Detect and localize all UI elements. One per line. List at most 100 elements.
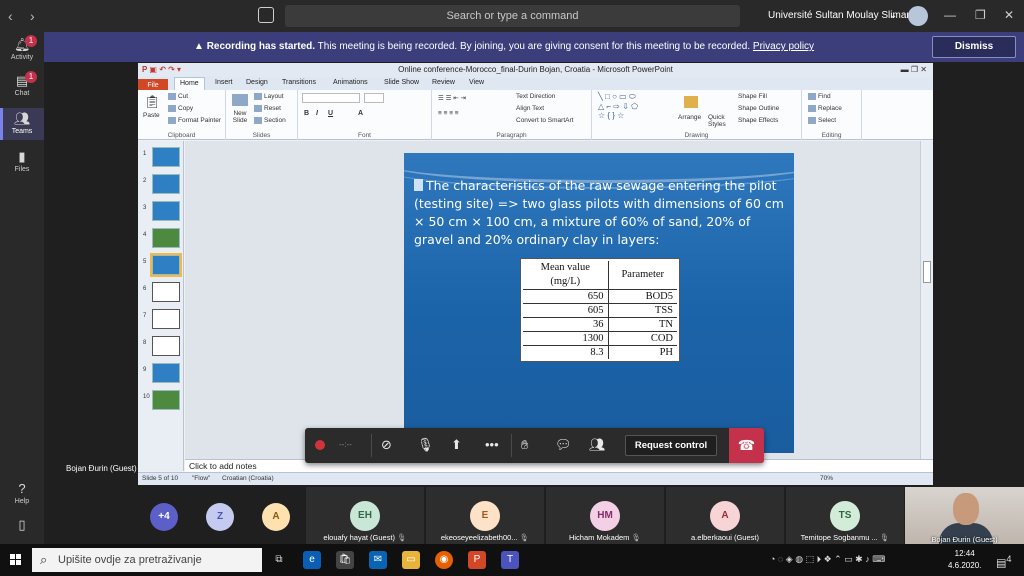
rail-teams[interactable]: 👥︎ Teams (0, 108, 44, 140)
slide-thumbnail[interactable]: 9 (143, 363, 181, 385)
slide-thumbnail[interactable]: 3 (143, 201, 181, 223)
language-indicator[interactable]: Croatian (Croatia) (222, 475, 274, 482)
firefox-icon[interactable]: ◉ (435, 551, 453, 569)
participant-tile[interactable]: HM Hicham Mokadem 🎙︎ (546, 487, 664, 544)
privacy-policy-link[interactable]: Privacy policy (753, 41, 814, 52)
select-button[interactable]: Select (808, 117, 836, 124)
request-control-button[interactable]: Request control (625, 435, 717, 456)
windows-start-icon[interactable] (10, 554, 22, 566)
hang-up-button[interactable]: ☎ (729, 428, 764, 463)
shape-outline-button[interactable]: Shape Outline (738, 105, 779, 112)
store-icon[interactable]: 🛍︎ (336, 551, 354, 569)
task-view-icon[interactable]: ⧉ (270, 551, 288, 569)
shape-effects-button[interactable]: Shape Effects (738, 117, 778, 124)
mic-off-icon[interactable]: 🎙︎ (417, 437, 434, 453)
slide-thumbnail[interactable]: 6 (143, 282, 181, 304)
arrange-button[interactable]: Arrange (678, 114, 701, 121)
more-participants-button[interactable]: +4 (150, 503, 178, 531)
font-name-select[interactable] (302, 93, 360, 103)
underline-button[interactable]: U (328, 110, 333, 117)
rail-activity[interactable]: 🔔︎ 1 Activity (0, 35, 44, 68)
minimize-icon[interactable]: — (944, 8, 956, 22)
rail-chat[interactable]: ▤ 1 Chat (0, 71, 44, 104)
replace-button[interactable]: Replace (808, 105, 842, 112)
chat-icon[interactable]: 💬︎ (555, 437, 572, 453)
participant-tile[interactable]: E ekeoseyeelizabeth00... 🎙︎ (426, 487, 544, 544)
rail-files[interactable]: ▮ Files (0, 150, 44, 180)
copy-button[interactable]: Copy (168, 105, 193, 112)
tab-insert[interactable]: Insert (215, 79, 233, 86)
file-explorer-icon[interactable]: ▭ (402, 551, 420, 569)
tab-design[interactable]: Design (246, 79, 268, 86)
section-button[interactable]: Section (254, 117, 286, 124)
participants-icon[interactable]: 👥︎ (589, 437, 606, 453)
new-slide-button[interactable]: New Slide (228, 110, 252, 124)
clock[interactable]: 12:44 4.6.2020. (948, 548, 981, 572)
tab-slide-show[interactable]: Slide Show (384, 79, 419, 86)
notifications-icon[interactable]: ▤4 (996, 554, 1012, 570)
participant-tile[interactable]: EH elouafy hayat (Guest) 🎙︎ (306, 487, 424, 544)
participant-tile[interactable]: TS Temitope Sogbanmu ... 🎙︎ (786, 487, 904, 544)
slide-body-text[interactable]: The characteristics of the raw sewage en… (414, 177, 784, 249)
powerpoint-app-icon[interactable]: P (468, 551, 486, 569)
bold-button[interactable]: B (304, 110, 309, 117)
search-input[interactable]: Search or type a command (285, 5, 740, 27)
slide-thumbnail[interactable]: 7 (143, 309, 181, 331)
parameters-table[interactable]: Mean value (mg/L) Parameter 650 BOD5 605 T… (520, 258, 680, 362)
profile-avatar[interactable] (908, 6, 928, 26)
maximize-icon[interactable]: ❐ (975, 8, 986, 22)
cut-button[interactable]: Cut (168, 93, 188, 100)
slide-thumbnail[interactable]: 10 (143, 390, 181, 412)
camera-off-icon[interactable]: ⊘ (381, 437, 392, 453)
slide-thumbnail-selected[interactable]: 5 (143, 253, 182, 277)
edge-icon[interactable]: e (303, 551, 321, 569)
teams-app-icon[interactable]: T (501, 551, 519, 569)
system-tray-icons[interactable]: ◔ ◌ ◈ ◍ ⬚ ⏵ ❖ ⌃ ▭ ✱ ♪ ⌨ (770, 554, 885, 565)
italic-button[interactable]: I (316, 110, 318, 117)
tab-animations[interactable]: Animations (333, 79, 368, 86)
font-size-select[interactable] (364, 93, 384, 103)
tab-review[interactable]: Review (432, 79, 455, 86)
vertical-scrollbar[interactable] (920, 141, 933, 459)
forward-icon[interactable]: › (30, 8, 35, 24)
participant-chip[interactable]: Z (206, 503, 234, 531)
share-screen-icon[interactable]: ⬆︎ (451, 437, 462, 453)
bullets-icon[interactable]: ☰ ☰ ⇤ ⇥ (438, 94, 466, 102)
text-direction-button[interactable]: Text Direction (516, 93, 555, 100)
current-slide[interactable]: The characteristics of the raw sewage en… (404, 153, 794, 453)
quick-styles-button[interactable]: Quick Styles (708, 114, 734, 128)
tab-home[interactable]: Home (174, 77, 205, 90)
find-button[interactable]: Find (808, 93, 831, 100)
self-video-tile[interactable]: Bojan Đurin (Guest) (905, 487, 1024, 544)
close-icon[interactable]: ✕ (1004, 8, 1014, 22)
slide-thumbnail[interactable]: 2 (143, 174, 181, 196)
taskbar-search-input[interactable]: Upišite ovdje za pretraživanje (32, 548, 262, 572)
format-painter-button[interactable]: Format Painter (168, 117, 221, 124)
new-chat-icon[interactable] (258, 7, 274, 23)
slide-thumbnail[interactable]: 4 (143, 228, 181, 250)
mail-icon[interactable]: ✉ (369, 551, 387, 569)
participant-tile[interactable]: A a.elberkaoui (Guest) (666, 487, 784, 544)
shapes-gallery-icon[interactable]: ╲ □ ○ ▭ ⬭ △ ⌐ ⇨ ⇩ ⬠ ☆ { } ☆ (598, 92, 638, 120)
tab-view[interactable]: View (469, 79, 484, 86)
slide-thumbnail[interactable]: 1 (143, 147, 181, 169)
scroll-thumb[interactable] (923, 261, 931, 283)
back-icon[interactable]: ‹ (8, 8, 13, 24)
shape-fill-button[interactable]: Shape Fill (738, 93, 767, 100)
convert-smartart-button[interactable]: Convert to SmartArt (516, 117, 573, 124)
paste-button[interactable]: Paste (143, 112, 160, 119)
dismiss-button[interactable]: Dismiss (932, 36, 1016, 58)
align-text-button[interactable]: Align Text (516, 105, 544, 112)
reset-button[interactable]: Reset (254, 105, 281, 112)
zoom-level[interactable]: 70% (820, 475, 833, 482)
more-options-icon[interactable]: ••• (485, 437, 499, 452)
participant-chip[interactable]: A (262, 503, 290, 531)
rail-device[interactable]: ▯ (0, 518, 44, 540)
font-color-button[interactable]: A (358, 110, 363, 117)
tab-transitions[interactable]: Transitions (282, 79, 316, 86)
align-icon[interactable]: ≡ ≡ ≡ ≡ (438, 110, 459, 117)
raise-hand-icon[interactable]: ✋︎ (521, 437, 528, 453)
slide-thumbnail[interactable]: 8 (143, 336, 181, 358)
chevron-down-icon[interactable]: ⌄ (889, 10, 897, 21)
layout-button[interactable]: Layout (254, 93, 284, 100)
